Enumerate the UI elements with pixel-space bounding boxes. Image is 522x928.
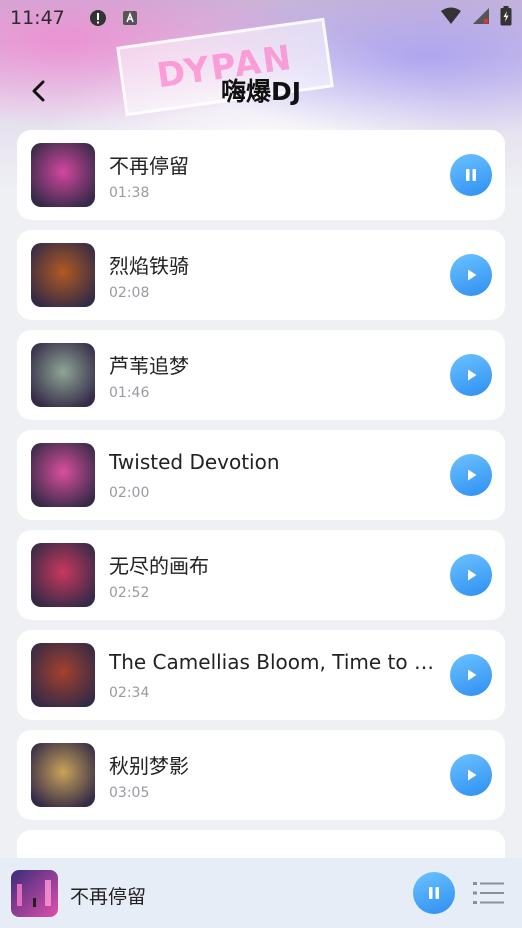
play-button[interactable] bbox=[450, 754, 492, 796]
song-thumbnail[interactable] bbox=[31, 643, 95, 707]
song-duration: 02:00 bbox=[109, 485, 150, 501]
play-icon bbox=[468, 369, 477, 381]
status-time: 11:47 bbox=[10, 7, 65, 29]
page-title: 嗨爆DJ bbox=[220, 77, 302, 106]
playlist-icon bbox=[473, 882, 504, 904]
song-card[interactable]: 烈焰铁骑 02:08 bbox=[17, 230, 505, 320]
song-duration: 02:34 bbox=[109, 685, 150, 701]
song-duration: 01:46 bbox=[109, 385, 150, 401]
song-thumbnail[interactable] bbox=[31, 543, 95, 607]
song-duration: 02:08 bbox=[109, 285, 150, 301]
song-thumbnail[interactable] bbox=[31, 743, 95, 807]
pause-icon bbox=[466, 169, 476, 181]
play-icon bbox=[468, 469, 477, 481]
play-icon bbox=[468, 269, 477, 281]
playlist-button[interactable] bbox=[473, 879, 505, 907]
status-bar: 11:47 bbox=[0, 0, 522, 36]
song-card[interactable]: 芦苇追梦 01:46 bbox=[17, 330, 505, 420]
play-button[interactable] bbox=[450, 354, 492, 396]
song-title: 无尽的画布 bbox=[109, 554, 209, 578]
pause-icon bbox=[429, 887, 439, 899]
play-icon bbox=[468, 569, 477, 581]
song-duration: 01:38 bbox=[109, 185, 150, 201]
header: 嗨爆DJ bbox=[0, 60, 522, 118]
song-title: 秋别梦影 bbox=[109, 754, 189, 778]
play-button[interactable] bbox=[450, 554, 492, 596]
play-button[interactable] bbox=[450, 454, 492, 496]
song-title: The Camellias Bloom, Time to Go... bbox=[109, 650, 439, 674]
player-thumbnail[interactable] bbox=[11, 870, 58, 917]
player-title: 不再停留 bbox=[70, 886, 147, 908]
song-title: 芦苇追梦 bbox=[109, 354, 189, 378]
song-thumbnail[interactable] bbox=[31, 343, 95, 407]
play-icon bbox=[468, 769, 477, 781]
song-card[interactable]: 不再停留 01:38 bbox=[17, 130, 505, 220]
song-thumbnail[interactable] bbox=[31, 443, 95, 507]
signal-icon bbox=[472, 7, 490, 30]
wifi-icon bbox=[440, 7, 462, 30]
pause-button[interactable] bbox=[450, 154, 492, 196]
song-duration: 02:52 bbox=[109, 585, 150, 601]
play-button[interactable] bbox=[450, 654, 492, 696]
mini-player[interactable]: 不再停留 bbox=[0, 858, 522, 928]
song-card[interactable]: The Camellias Bloom, Time to Go... 02:34 bbox=[17, 630, 505, 720]
song-thumbnail[interactable] bbox=[31, 143, 95, 207]
song-title: Twisted Devotion bbox=[109, 450, 280, 474]
song-thumbnail[interactable] bbox=[31, 243, 95, 307]
battery-icon bbox=[500, 5, 512, 31]
song-duration: 03:05 bbox=[109, 785, 150, 801]
song-title: 烈焰铁骑 bbox=[109, 254, 189, 278]
player-pause-button[interactable] bbox=[413, 872, 455, 914]
play-button[interactable] bbox=[450, 254, 492, 296]
song-title: 不再停留 bbox=[109, 154, 189, 178]
alert-icon bbox=[89, 9, 107, 27]
song-card[interactable]: 无尽的画布 02:52 bbox=[17, 530, 505, 620]
keyboard-icon bbox=[121, 9, 139, 27]
play-icon bbox=[468, 669, 477, 681]
song-card[interactable]: Twisted Devotion 02:00 bbox=[17, 430, 505, 520]
song-card[interactable]: 秋别梦影 03:05 bbox=[17, 730, 505, 820]
